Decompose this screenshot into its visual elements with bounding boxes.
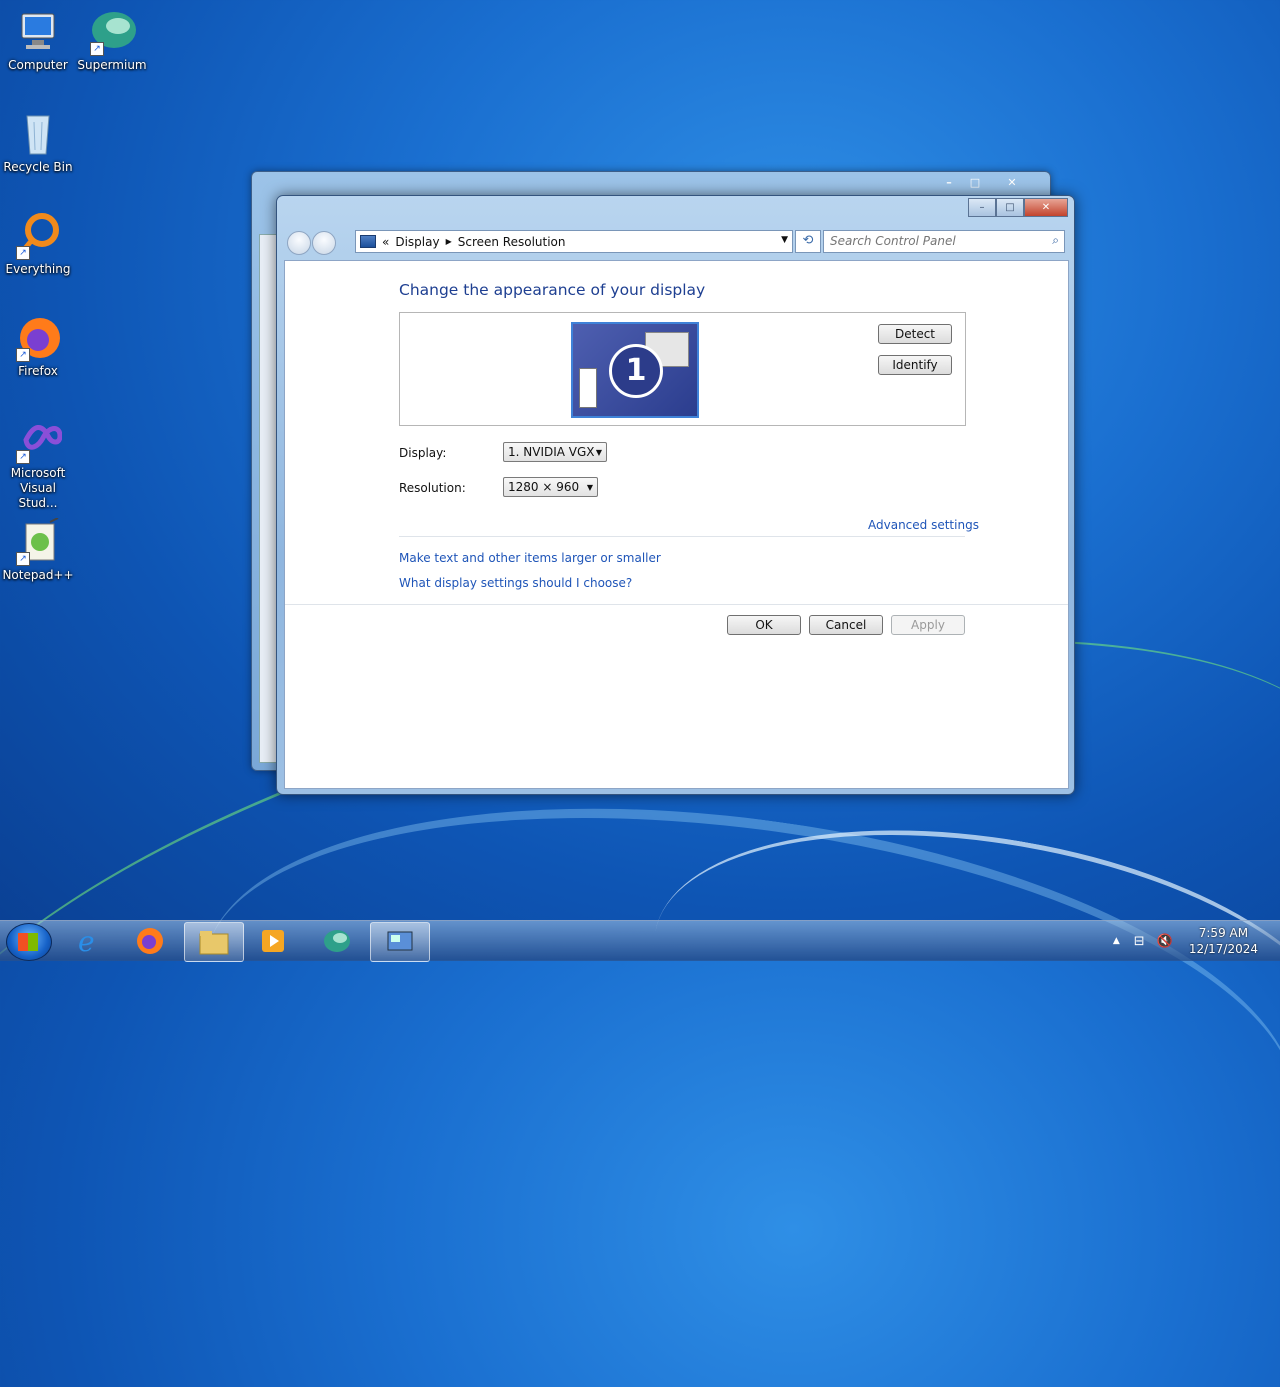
- chevron-down-icon: ▼: [586, 483, 593, 492]
- apply-button[interactable]: Apply: [891, 615, 965, 635]
- search-input[interactable]: [824, 231, 1046, 250]
- shortcut-arrow-icon: ↗: [16, 552, 30, 566]
- close-icon[interactable]: ✕: [988, 173, 1036, 191]
- advanced-settings-link[interactable]: Advanced settings: [868, 518, 979, 532]
- windows-logo-icon: [18, 933, 38, 951]
- computer-icon: [14, 8, 62, 56]
- detect-button[interactable]: Detect: [878, 324, 952, 344]
- divider: [399, 536, 965, 537]
- display-help-link[interactable]: What display settings should I choose?: [399, 576, 632, 590]
- svg-text:e: e: [78, 926, 95, 956]
- internet-explorer-icon: e: [78, 926, 95, 956]
- folder-icon: [199, 931, 229, 955]
- taskbar: e ▲ ⊟ 🔇 7:59 AM 12/17/2024: [0, 920, 1280, 962]
- desktop-icon-label: Computer: [8, 58, 68, 72]
- clock[interactable]: 7:59 AM 12/17/2024: [1189, 925, 1258, 957]
- shortcut-arrow-icon: ↗: [16, 450, 30, 464]
- shortcut-arrow-icon: ↗: [90, 42, 104, 56]
- taskbar-media-player[interactable]: [244, 922, 302, 960]
- notepad-plus-plus-icon: ↗: [14, 517, 62, 566]
- minimize-button[interactable]: –: [968, 198, 996, 217]
- desktop-icon-firefox[interactable]: ↗ Firefox: [1, 314, 75, 379]
- close-button[interactable]: ✕: [1024, 198, 1068, 217]
- address-bar[interactable]: « Display ▶ Screen Resolution ▼: [355, 230, 793, 253]
- firefox-icon: ↗: [14, 314, 62, 362]
- media-player-icon: [262, 930, 284, 952]
- taskbar-internet-explorer[interactable]: e: [60, 922, 118, 960]
- everything-icon: ↗: [14, 212, 62, 260]
- desktop-icon-label: Notepad++: [2, 568, 74, 582]
- divider: [285, 604, 1068, 605]
- minimize-icon[interactable]: –: [936, 173, 962, 191]
- control-panel-icon: [360, 235, 376, 248]
- monitor-number: 1: [609, 344, 663, 398]
- desktop-icon-notepad-plus-plus[interactable]: ↗ Notepad++: [1, 517, 75, 583]
- search-box[interactable]: ⌕: [823, 230, 1065, 253]
- monitor-1[interactable]: 1: [571, 322, 699, 418]
- back-button[interactable]: [287, 231, 311, 255]
- desktop-icon-computer[interactable]: Computer: [1, 8, 75, 73]
- taskbar-supermium[interactable]: [308, 922, 366, 960]
- supermium-icon: ↗: [88, 8, 136, 56]
- monitor-preview-panel: [579, 368, 597, 408]
- resolution-select[interactable]: 1280 × 960 ▼: [503, 477, 598, 497]
- desktop-icon-supermium[interactable]: ↗ Supermium: [75, 8, 149, 73]
- desktop-icon-recycle-bin[interactable]: Recycle Bin: [1, 110, 75, 175]
- desktop-icon-label: Everything: [5, 262, 71, 276]
- supermium-icon: [324, 930, 350, 952]
- breadcrumb-separator-icon[interactable]: ▶: [446, 237, 452, 246]
- address-dropdown-icon[interactable]: ▼: [781, 235, 788, 245]
- network-icon[interactable]: ⊟: [1134, 934, 1145, 949]
- window-content: Change the appearance of your display 1 …: [284, 260, 1069, 789]
- address-root-chevron[interactable]: «: [382, 235, 389, 249]
- breadcrumb-display[interactable]: Display: [395, 235, 439, 249]
- desktop-icon-label: Recycle Bin: [3, 160, 73, 174]
- display-preview: 1 Detect Identify: [399, 312, 966, 426]
- clock-date: 12/17/2024: [1188, 942, 1258, 956]
- taskbar-explorer[interactable]: [184, 922, 244, 962]
- recycle-bin-icon: [14, 110, 62, 158]
- resolution-label: Resolution:: [399, 481, 466, 495]
- desktop-icon-label: Firefox: [18, 364, 58, 378]
- firefox-icon: [137, 928, 163, 954]
- forward-button[interactable]: [312, 231, 336, 255]
- breadcrumb-screen-resolution[interactable]: Screen Resolution: [458, 235, 566, 249]
- display-select-value: 1. NVIDIA VGX: [508, 445, 595, 459]
- search-icon[interactable]: ⌕: [1052, 233, 1059, 248]
- desktop-icon-label: Microsoft Visual Stud...: [10, 466, 66, 510]
- cancel-button[interactable]: Cancel: [809, 615, 883, 635]
- maximize-button[interactable]: □: [996, 198, 1024, 217]
- refresh-icon[interactable]: ⟲: [795, 230, 821, 253]
- system-tray: ▲ ⊟ 🔇 7:59 AM 12/17/2024: [1113, 921, 1280, 961]
- navigation-bar: « Display ▶ Screen Resolution ▼ ⟲ ⌕: [285, 229, 1066, 255]
- taskbar-control-panel[interactable]: [370, 922, 430, 962]
- text-size-link[interactable]: Make text and other items larger or smal…: [399, 551, 661, 565]
- page-title: Change the appearance of your display: [399, 281, 706, 299]
- desktop-icon-label: Supermium: [77, 58, 147, 72]
- identify-button[interactable]: Identify: [878, 355, 952, 375]
- taskbar-firefox[interactable]: [121, 922, 179, 960]
- start-button[interactable]: [6, 923, 52, 961]
- shortcut-arrow-icon: ↗: [16, 246, 30, 260]
- screen-resolution-window[interactable]: – □ ✕ « Display ▶ Screen Resolution ▼ ⟲ …: [276, 195, 1075, 795]
- display-settings-icon: [387, 931, 413, 951]
- display-label: Display:: [399, 446, 447, 460]
- display-select[interactable]: 1. NVIDIA VGX ▼: [503, 442, 607, 462]
- show-hidden-icons-icon[interactable]: ▲: [1113, 936, 1120, 946]
- ok-button[interactable]: OK: [727, 615, 801, 635]
- visual-studio-icon: ↗: [14, 416, 63, 464]
- clock-time: 7:59 AM: [1198, 926, 1249, 940]
- desktop-icon-everything[interactable]: ↗ Everything: [1, 212, 75, 277]
- maximize-icon[interactable]: □: [962, 173, 988, 191]
- volume-muted-icon[interactable]: 🔇: [1157, 934, 1173, 949]
- resolution-select-value: 1280 × 960: [508, 480, 580, 494]
- shortcut-arrow-icon: ↗: [16, 348, 30, 362]
- desktop-icon-visual-studio[interactable]: ↗ Microsoft Visual Stud...: [1, 416, 75, 511]
- chevron-down-icon: ▼: [595, 448, 602, 457]
